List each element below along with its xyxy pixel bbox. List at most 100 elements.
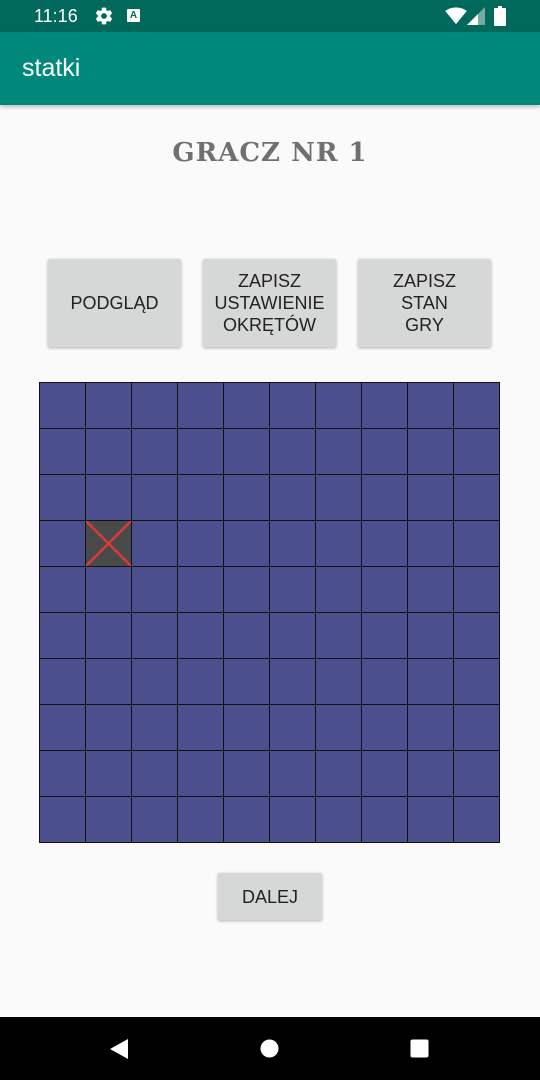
board-cell[interactable]	[40, 521, 85, 566]
next-button[interactable]: DALEJ	[218, 873, 322, 920]
board-cell[interactable]	[408, 475, 453, 520]
board-cell[interactable]	[40, 751, 85, 796]
board-cell[interactable]	[178, 705, 223, 750]
board-cell[interactable]	[132, 567, 177, 612]
board-cell[interactable]	[132, 475, 177, 520]
board-cell[interactable]	[270, 797, 315, 842]
board-cell[interactable]	[454, 705, 499, 750]
board-cell[interactable]	[86, 659, 131, 704]
board-cell[interactable]	[362, 705, 407, 750]
board-cell[interactable]	[270, 429, 315, 474]
board-cell[interactable]	[454, 429, 499, 474]
board-cell[interactable]	[224, 613, 269, 658]
board-cell[interactable]	[178, 751, 223, 796]
board-cell[interactable]	[178, 383, 223, 428]
board-cell[interactable]	[408, 705, 453, 750]
save-game-state-button[interactable]: ZAPISZ STAN GRY	[358, 259, 491, 347]
board-cell[interactable]	[178, 475, 223, 520]
board-cell[interactable]	[316, 429, 361, 474]
board-cell[interactable]	[270, 613, 315, 658]
board-cell[interactable]	[362, 429, 407, 474]
board-cell[interactable]	[270, 475, 315, 520]
board-cell[interactable]	[408, 383, 453, 428]
board-cell[interactable]	[362, 659, 407, 704]
board-cell[interactable]	[40, 705, 85, 750]
board-cell[interactable]	[132, 613, 177, 658]
board-cell[interactable]	[362, 613, 407, 658]
board-cell[interactable]	[408, 613, 453, 658]
board-cell[interactable]	[270, 659, 315, 704]
board-cell[interactable]	[316, 475, 361, 520]
board-cell[interactable]	[40, 383, 85, 428]
recents-icon[interactable]	[409, 1038, 430, 1059]
board-cell[interactable]	[454, 797, 499, 842]
board-cell[interactable]	[86, 613, 131, 658]
board-cell[interactable]	[224, 429, 269, 474]
board-cell[interactable]	[316, 751, 361, 796]
board-cell[interactable]	[362, 797, 407, 842]
save-ships-placement-button[interactable]: ZAPISZ USTAWIENIE OKRĘTÓW	[203, 259, 336, 347]
board-cell[interactable]	[454, 383, 499, 428]
board-cell[interactable]	[270, 751, 315, 796]
board-cell[interactable]	[224, 797, 269, 842]
board-cell[interactable]	[362, 383, 407, 428]
board-cell[interactable]	[316, 659, 361, 704]
board-cell[interactable]	[86, 567, 131, 612]
board-cell[interactable]	[316, 567, 361, 612]
board-cell[interactable]	[40, 797, 85, 842]
board-cell[interactable]	[178, 797, 223, 842]
board-cell[interactable]	[362, 751, 407, 796]
board-cell[interactable]	[316, 383, 361, 428]
preview-button[interactable]: PODGLĄD	[48, 259, 181, 347]
board-cell[interactable]	[40, 659, 85, 704]
board-cell[interactable]	[86, 797, 131, 842]
board-cell[interactable]	[178, 521, 223, 566]
board-cell[interactable]	[224, 475, 269, 520]
board-cell[interactable]	[224, 705, 269, 750]
board-cell[interactable]	[270, 567, 315, 612]
board-cell[interactable]	[86, 475, 131, 520]
board-cell[interactable]	[316, 797, 361, 842]
board-cell[interactable]	[408, 567, 453, 612]
board-cell[interactable]	[40, 613, 85, 658]
board-cell[interactable]	[86, 751, 131, 796]
board-cell[interactable]	[224, 659, 269, 704]
board-cell[interactable]	[408, 797, 453, 842]
board-cell[interactable]	[40, 429, 85, 474]
board-cell[interactable]	[224, 751, 269, 796]
board-cell[interactable]	[454, 751, 499, 796]
board-cell[interactable]	[224, 567, 269, 612]
board-cell[interactable]	[132, 521, 177, 566]
board-cell[interactable]	[132, 383, 177, 428]
board-cell[interactable]	[86, 383, 131, 428]
board-cell[interactable]	[362, 521, 407, 566]
board-cell[interactable]	[454, 475, 499, 520]
board-cell[interactable]	[224, 383, 269, 428]
board-cell[interactable]	[132, 429, 177, 474]
board-cell[interactable]	[178, 567, 223, 612]
board-cell[interactable]	[316, 521, 361, 566]
board-cell[interactable]	[454, 613, 499, 658]
board-cell[interactable]	[270, 705, 315, 750]
board-cell[interactable]	[316, 705, 361, 750]
board-cell[interactable]	[408, 659, 453, 704]
board-cell[interactable]	[270, 383, 315, 428]
board-cell[interactable]	[132, 705, 177, 750]
board-cell[interactable]	[224, 521, 269, 566]
board-cell[interactable]	[454, 659, 499, 704]
board-cell[interactable]	[454, 567, 499, 612]
board-cell[interactable]	[40, 475, 85, 520]
board-cell[interactable]	[178, 613, 223, 658]
board-cell[interactable]	[86, 429, 131, 474]
home-icon[interactable]	[259, 1038, 280, 1059]
board-cell[interactable]	[362, 475, 407, 520]
board-cell[interactable]	[454, 521, 499, 566]
board-cell[interactable]	[132, 797, 177, 842]
board-cell[interactable]	[408, 429, 453, 474]
board-cell[interactable]	[40, 567, 85, 612]
board-cell[interactable]	[408, 751, 453, 796]
board-cell[interactable]	[316, 613, 361, 658]
back-icon[interactable]	[108, 1037, 130, 1061]
board-cell[interactable]	[408, 521, 453, 566]
board-cell[interactable]	[132, 659, 177, 704]
